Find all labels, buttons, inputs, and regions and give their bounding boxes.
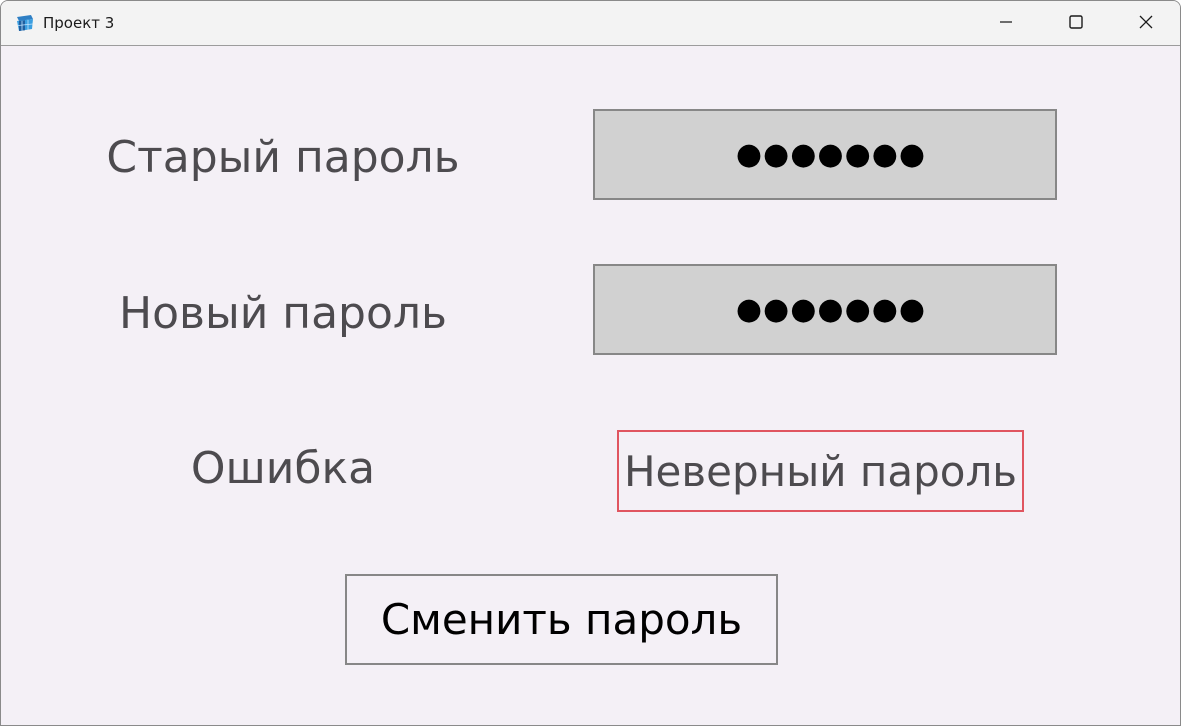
error-label: Ошибка — [190, 443, 376, 494]
close-button[interactable] — [1111, 1, 1180, 46]
minimize-icon — [998, 14, 1014, 34]
change-password-button[interactable]: Сменить пароль — [345, 574, 778, 665]
new-password-value: ●●●●●●● — [735, 292, 927, 327]
new-password-label: Новый пароль — [119, 288, 447, 339]
minimize-button[interactable] — [971, 1, 1041, 46]
old-password-field[interactable]: ●●●●●●● — [593, 109, 1057, 200]
app-icon — [15, 13, 35, 33]
maximize-button[interactable] — [1041, 1, 1111, 46]
title-bar[interactable]: Проект 3 — [1, 1, 1180, 46]
old-password-label: Старый пароль — [106, 132, 460, 183]
maximize-icon — [1068, 14, 1084, 34]
app-window: Проект 3 Старый пароль ●●●●●●● Новый пар… — [0, 0, 1181, 726]
error-message: Неверный пароль — [617, 430, 1024, 512]
old-password-value: ●●●●●●● — [735, 137, 927, 172]
window-title: Проект 3 — [43, 14, 115, 32]
new-password-field[interactable]: ●●●●●●● — [593, 264, 1057, 355]
close-icon — [1138, 14, 1154, 34]
